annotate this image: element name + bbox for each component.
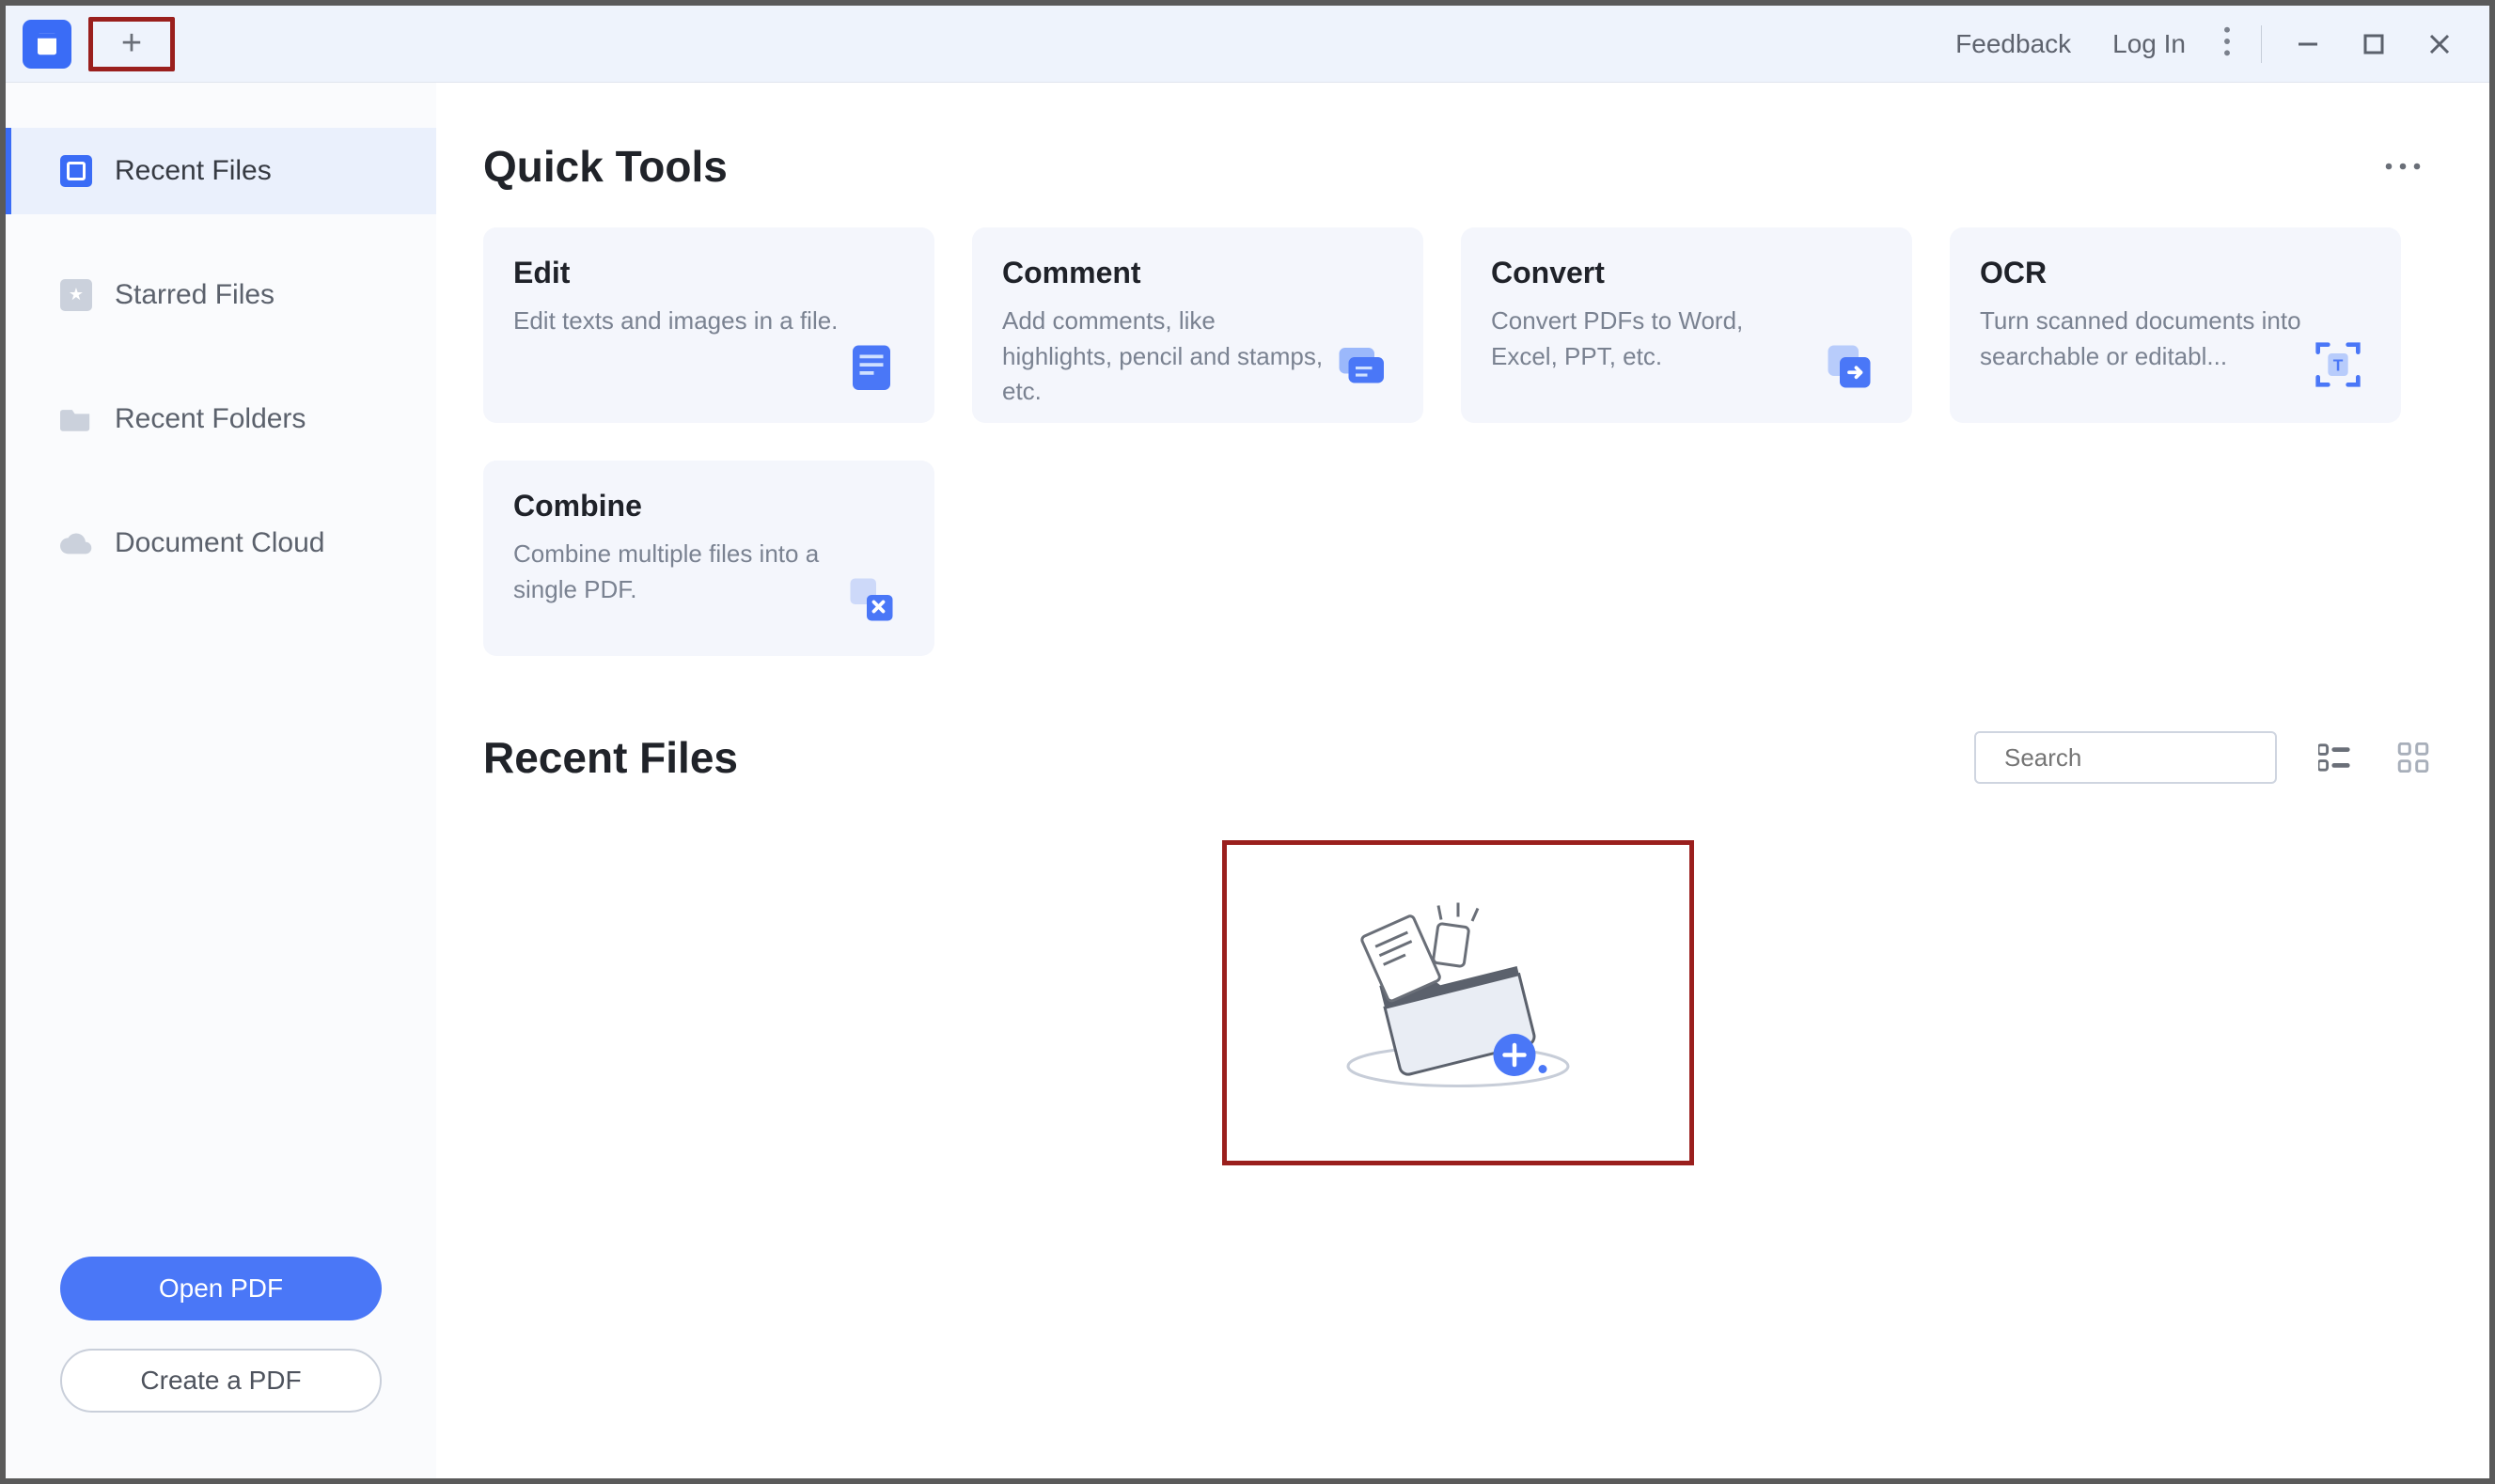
recent-files-header: Recent Files	[483, 731, 2433, 784]
tool-desc: Add comments, like highlights, pencil an…	[1002, 304, 1327, 410]
login-link[interactable]: Log In	[2092, 29, 2206, 59]
sidebar-item-recent-folders[interactable]: Recent Folders	[6, 376, 436, 462]
sidebar-item-label: Starred Files	[115, 279, 275, 311]
feedback-link[interactable]: Feedback	[1935, 29, 2092, 59]
open-pdf-button[interactable]: Open PDF	[60, 1257, 382, 1320]
sidebar-item-document-cloud[interactable]: Document Cloud	[6, 500, 436, 586]
tool-title: Convert	[1491, 256, 1816, 290]
combine-icon	[839, 562, 904, 628]
quick-tools-more-button[interactable]	[2373, 156, 2433, 177]
edit-icon	[839, 329, 904, 395]
tool-title: Combine	[513, 489, 839, 523]
tool-desc: Combine multiple files into a single PDF…	[513, 537, 839, 607]
list-view-button[interactable]	[2315, 739, 2356, 776]
new-tab-button[interactable]: +	[88, 17, 175, 71]
sidebar-item-label: Recent Folders	[115, 403, 306, 435]
maximize-button[interactable]	[2341, 30, 2407, 58]
tool-title: OCR	[1980, 256, 2305, 290]
recent-files-title: Recent Files	[483, 732, 738, 783]
tool-title: Comment	[1002, 256, 1327, 290]
sidebar-item-label: Recent Files	[115, 155, 272, 187]
tool-ocr[interactable]: OCR Turn scanned documents into searchab…	[1950, 227, 2401, 423]
sidebar-item-starred-files[interactable]: Starred Files	[6, 252, 436, 338]
file-icon	[60, 155, 92, 187]
tool-comment[interactable]: Comment Add comments, like highlights, p…	[972, 227, 1423, 423]
minimize-button[interactable]	[2275, 30, 2341, 58]
sidebar-item-label: Document Cloud	[115, 527, 324, 559]
titlebar: + Feedback Log In	[6, 6, 2489, 83]
ocr-icon: T	[2305, 329, 2371, 395]
main-content: Quick Tools Edit Edit texts and images i…	[436, 83, 2489, 1478]
quick-tools-header: Quick Tools	[483, 141, 2433, 192]
more-menu-button[interactable]	[2206, 26, 2248, 61]
tool-convert[interactable]: Convert Convert PDFs to Word, Excel, PPT…	[1461, 227, 1912, 423]
plus-icon: +	[121, 23, 142, 64]
tool-desc: Turn scanned documents into searchable o…	[1980, 304, 2305, 374]
star-icon	[60, 279, 92, 311]
tool-title: Edit	[513, 256, 839, 290]
tool-combine[interactable]: Combine Combine multiple files into a si…	[483, 461, 934, 656]
svg-text:T: T	[2333, 356, 2344, 375]
grid-view-button[interactable]	[2393, 739, 2433, 776]
tool-edit[interactable]: Edit Edit texts and images in a file.	[483, 227, 934, 423]
sidebar-item-recent-files[interactable]: Recent Files	[6, 128, 436, 214]
search-box[interactable]	[1974, 731, 2277, 784]
sidebar: Recent Files Starred Files Recent Folder…	[6, 83, 436, 1478]
app-logo-icon[interactable]	[23, 20, 71, 69]
search-input[interactable]	[2004, 743, 2319, 773]
empty-folder-illustration	[1317, 895, 1599, 1111]
tool-desc: Edit texts and images in a file.	[513, 304, 839, 339]
titlebar-divider	[2261, 25, 2262, 63]
quick-tools-title: Quick Tools	[483, 141, 728, 192]
close-button[interactable]	[2407, 30, 2472, 58]
cloud-icon	[60, 527, 92, 559]
tool-desc: Convert PDFs to Word, Excel, PPT, etc.	[1491, 304, 1816, 374]
create-pdf-button[interactable]: Create a PDF	[60, 1349, 382, 1413]
comment-icon	[1327, 329, 1393, 395]
empty-drop-zone[interactable]	[1222, 840, 1694, 1165]
convert-icon	[1816, 329, 1882, 395]
folder-icon	[60, 403, 92, 435]
